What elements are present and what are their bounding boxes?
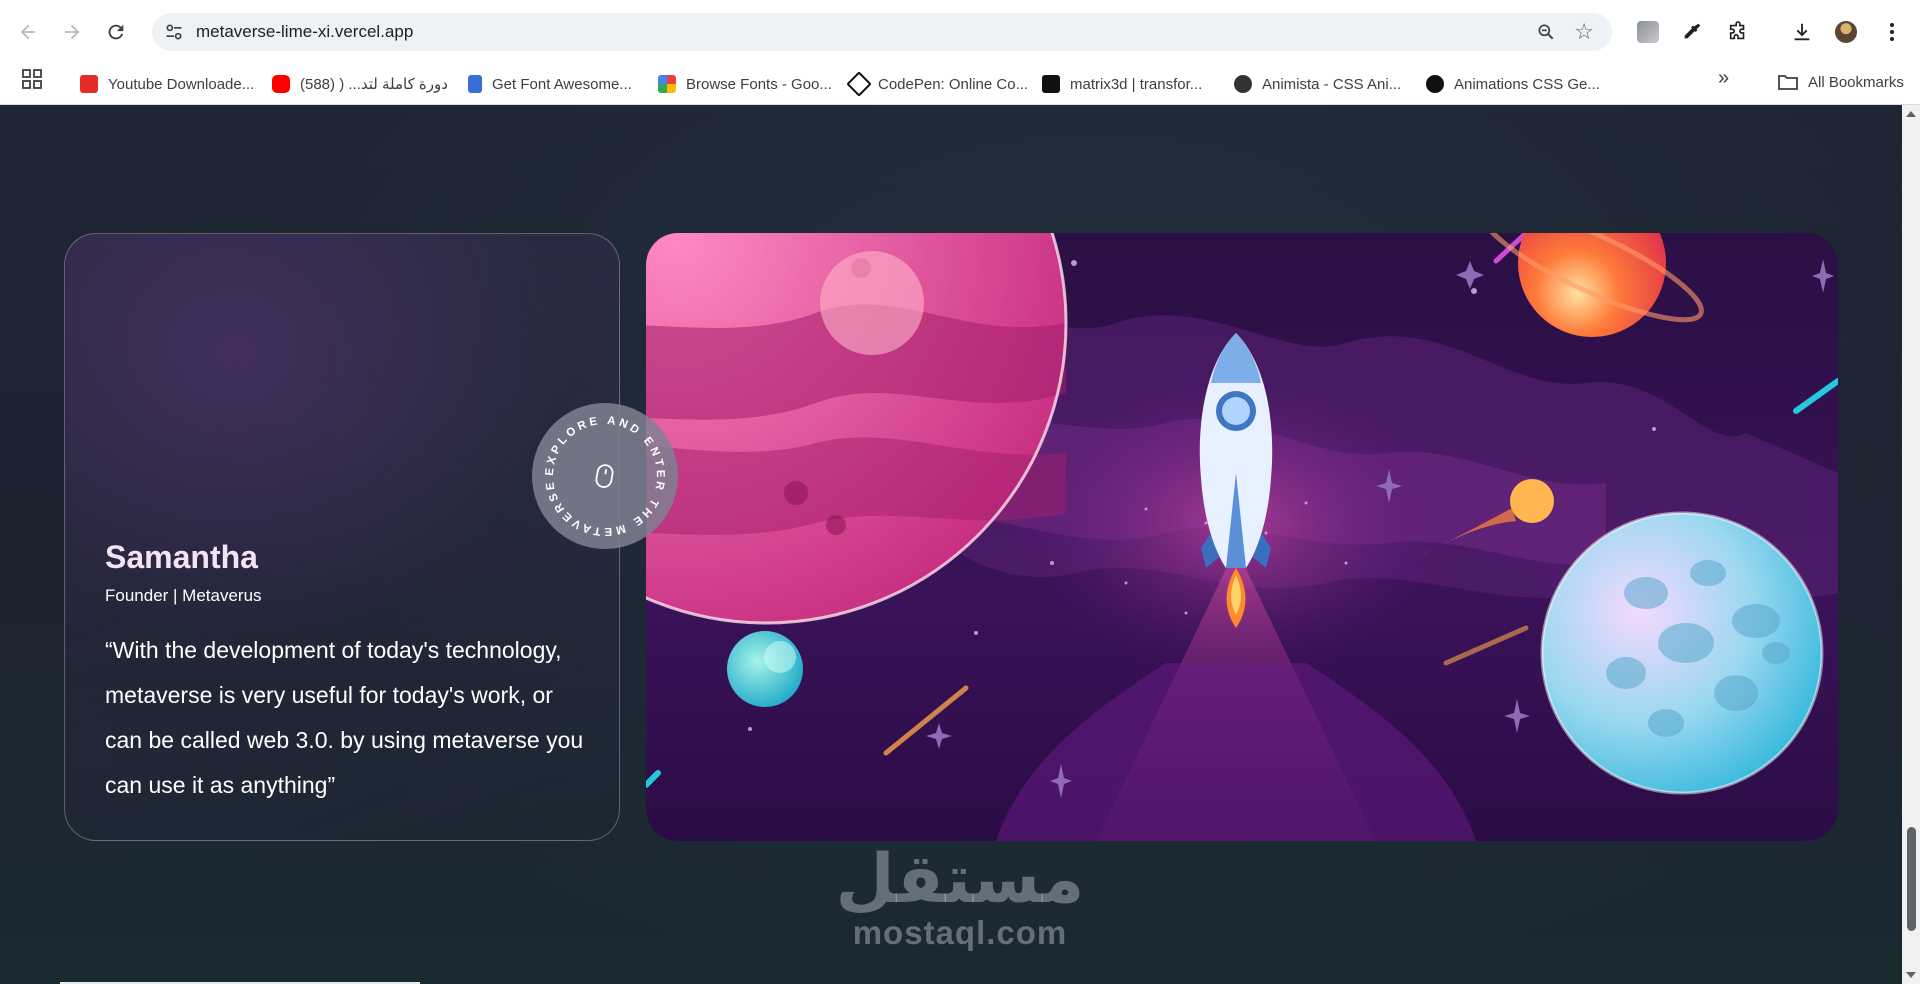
explore-metaverse-badge[interactable]: EXPLORE AND ENTER THE METAVERSE xyxy=(532,403,678,549)
extensions-icon[interactable] xyxy=(1724,18,1752,46)
google-fonts-icon xyxy=(658,75,676,93)
back-button[interactable] xyxy=(12,16,44,48)
testimonial-role: Founder | Metaverus xyxy=(105,586,262,605)
bookmark-item[interactable]: CodePen: Online Co... xyxy=(846,71,1028,97)
arrow-right-icon xyxy=(64,24,80,40)
bookmark-item[interactable]: دورة كاملة لتد... ( (588) xyxy=(272,73,448,95)
scroll-up-arrow-icon[interactable] xyxy=(1906,111,1916,117)
bookmark-item[interactable]: Youtube Downloade... xyxy=(80,73,254,95)
apps-grid-icon[interactable] xyxy=(22,69,42,94)
bookmark-item[interactable]: Get Font Awesome... xyxy=(468,73,632,95)
all-bookmarks[interactable]: All Bookmarks xyxy=(1778,73,1904,91)
testimonial-quote: “With the development of today's technol… xyxy=(105,637,584,798)
address-bar[interactable]: metaverse-lime-xi.vercel.app ☆ xyxy=(152,13,1612,51)
download-icon[interactable] xyxy=(1788,18,1816,46)
zoom-icon[interactable] xyxy=(1536,22,1556,42)
folder-icon xyxy=(1778,75,1798,90)
scrollbar-thumb[interactable] xyxy=(1907,827,1916,931)
watermark-latin: mostaql.com xyxy=(852,914,1068,951)
avatar[interactable] xyxy=(1832,18,1860,46)
browser-toolbar: metaverse-lime-xi.vercel.app ☆ xyxy=(0,0,1920,64)
bookmark-item[interactable]: matrix3d | transfor... xyxy=(1042,73,1202,95)
chevron-double-right-icon[interactable]: » xyxy=(1718,67,1729,90)
profile-extension-icon[interactable] xyxy=(1634,18,1662,46)
mostaql-watermark: مستقل mostaql.com xyxy=(830,845,1090,951)
bookmark-star-icon[interactable]: ☆ xyxy=(1574,21,1594,43)
animista-icon xyxy=(1234,75,1252,93)
site-settings-icon[interactable] xyxy=(164,22,184,42)
youtube-icon xyxy=(272,75,290,93)
scroll-down-arrow-icon[interactable] xyxy=(1906,972,1916,978)
badge-circular-text: EXPLORE AND ENTER THE METAVERSE xyxy=(544,415,663,537)
codepen-icon xyxy=(846,71,872,97)
page-viewport: Samantha Founder | Metaverus “With the d… xyxy=(0,105,1902,984)
mouse-icon xyxy=(595,464,614,488)
watermark-arabic: مستقل xyxy=(835,840,1085,919)
page-scrollbar[interactable] xyxy=(1902,105,1920,984)
css3-icon xyxy=(1042,75,1060,93)
reload-icon xyxy=(108,24,124,40)
space-rocket-illustration xyxy=(646,233,1838,841)
svg-text:EXPLORE AND ENTER THE METAVERS: EXPLORE AND ENTER THE METAVERSE xyxy=(544,415,666,537)
hero-illustration xyxy=(646,233,1838,841)
url-text[interactable]: metaverse-lime-xi.vercel.app xyxy=(196,22,413,42)
bookmark-item[interactable]: Animista - CSS Ani... xyxy=(1234,73,1401,95)
arrow-left-icon xyxy=(20,24,36,40)
bookmarks-bar: Youtube Downloade... دورة كاملة لتد... (… xyxy=(0,64,1920,105)
eyedropper-icon[interactable] xyxy=(1678,18,1706,46)
youtube-downloader-icon xyxy=(80,75,98,93)
testimonial-name: Samantha xyxy=(105,539,258,575)
flag-icon xyxy=(468,75,482,93)
menu-kebab-icon[interactable] xyxy=(1878,18,1906,46)
bookmark-item[interactable]: Browse Fonts - Goo... xyxy=(658,73,832,95)
code-icon xyxy=(1426,75,1444,93)
forward-button[interactable] xyxy=(56,16,88,48)
reload-button[interactable] xyxy=(100,16,132,48)
bookmark-item[interactable]: Animations CSS Ge... xyxy=(1426,73,1600,95)
